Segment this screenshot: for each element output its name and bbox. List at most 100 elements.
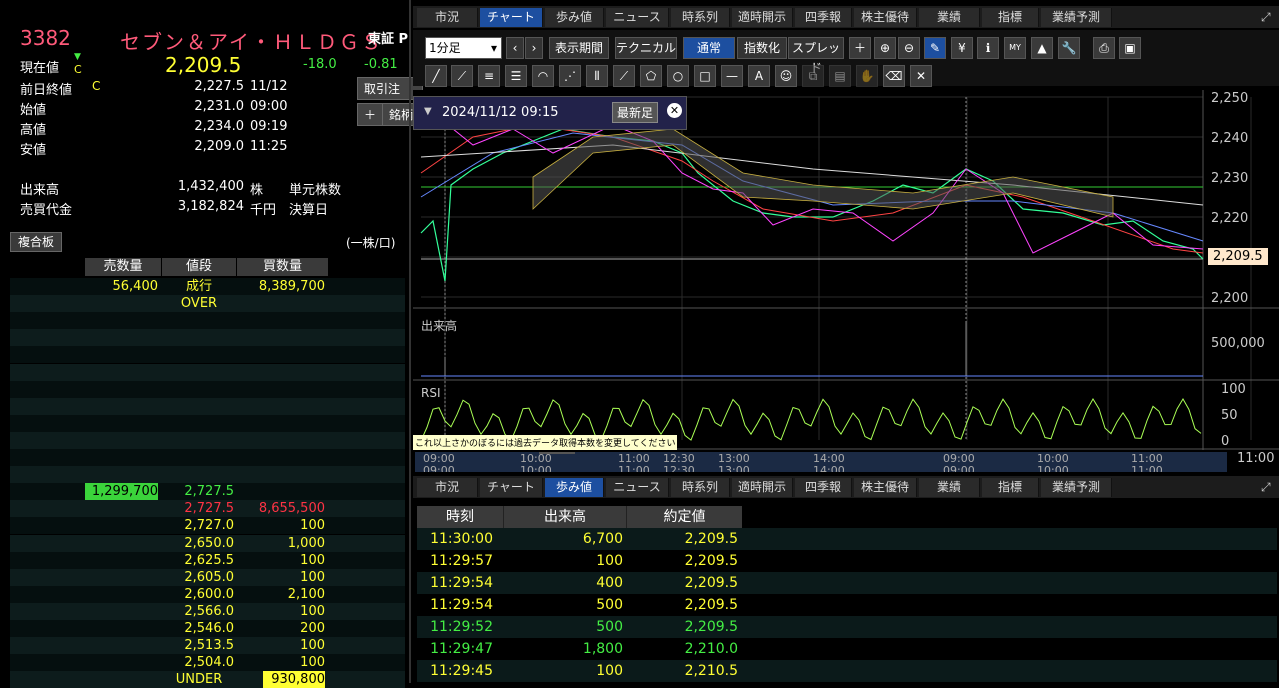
prev-arrow-icon[interactable]: ‹	[506, 37, 524, 59]
technical-button[interactable]: テクニカル	[615, 37, 677, 59]
ruler-tool-icon[interactable]: ⟋	[451, 65, 473, 87]
fukugoban-tab[interactable]: 複合板	[10, 232, 62, 252]
book-unit-label: (一株/口)	[346, 236, 396, 250]
window-icon[interactable]: ▣	[1119, 37, 1141, 59]
order-book: 売数量 値段 買数量 56,400 成行 8,389,700 OVER 1,299,70…	[10, 258, 405, 688]
turnover-unit: 千円	[250, 203, 277, 218]
yen-icon[interactable]: ¥	[951, 37, 973, 59]
tab-0[interactable]: 市況	[417, 8, 478, 27]
open-label: 始値	[20, 103, 47, 118]
tab-1[interactable]: チャート	[480, 8, 543, 27]
hand-tool-icon[interactable]: ✋	[856, 65, 878, 87]
spread-button[interactable]: スプレッド	[788, 37, 844, 75]
tab-3[interactable]: ニュース	[606, 478, 669, 497]
vlines-tool-icon[interactable]: ⦀	[586, 65, 608, 87]
period-button[interactable]: 表示期間	[549, 37, 609, 59]
eraser-tool-icon[interactable]: ⌫	[883, 65, 905, 87]
tab-10[interactable]: 業績予測	[1041, 478, 1112, 497]
volume-value: 1,432,400	[177, 179, 244, 194]
index-button[interactable]: 指数化	[737, 37, 787, 59]
fibo-tool-icon[interactable]: ☰	[505, 65, 527, 87]
fan-tool-icon[interactable]: ⋰	[559, 65, 581, 87]
tab-1[interactable]: チャート	[480, 478, 543, 497]
price-header: 値段	[162, 258, 236, 276]
area-chart-icon[interactable]: ▲	[1031, 37, 1053, 59]
bid-qty: 8,655,500	[258, 501, 325, 517]
hline-tool-icon[interactable]: —	[721, 65, 743, 87]
market-buy-qty: 8,389,700	[258, 279, 325, 294]
add-icon[interactable]: ＋	[357, 103, 385, 126]
pen-icon[interactable]: ✎	[924, 37, 946, 59]
tab-5[interactable]: 適時開示	[732, 8, 793, 27]
tab-9[interactable]: 指標	[982, 8, 1039, 27]
book-row	[10, 466, 405, 484]
emoji-tool-icon[interactable]: ☺	[775, 65, 797, 87]
tab-7[interactable]: 株主優待	[854, 478, 917, 497]
tab-7[interactable]: 株主優待	[854, 8, 917, 27]
tab-4[interactable]: 時系列	[671, 8, 730, 27]
popup-date: 2024/11/12 09:15	[442, 105, 559, 120]
text-tool-icon[interactable]: A	[748, 65, 770, 87]
bid-qty: 100	[300, 638, 325, 654]
trade-time: 11:29:54	[430, 597, 493, 613]
nav-bottom-tick: 09:00	[423, 464, 455, 472]
low-time: 11:25	[250, 139, 288, 154]
wrench-icon[interactable]: 🔧	[1058, 37, 1080, 59]
line-tool-icon[interactable]: ╱	[425, 65, 447, 87]
tab-6[interactable]: 四季報	[795, 8, 852, 27]
current-price: 2,209.5	[165, 53, 242, 77]
close-icon[interactable]: ✕	[667, 103, 682, 118]
zoom-in-icon[interactable]: ⊕	[874, 37, 896, 59]
tab-8[interactable]: 業績	[919, 8, 980, 27]
tab-8[interactable]: 業績	[919, 478, 980, 497]
chart-canvas[interactable]: 2,2502,2402,2302,2202,2102,200 出来高500,00…	[413, 90, 1279, 472]
eraser-all-tool-icon[interactable]: ✕	[910, 65, 932, 87]
rsi-label: RSI	[421, 386, 441, 400]
interval-select[interactable]: 1分足 ▾	[425, 37, 502, 59]
crosshair-icon[interactable]: ＋	[849, 37, 871, 59]
volume-header: 出来高	[504, 506, 627, 528]
circle-tool-icon[interactable]: ○	[667, 65, 689, 87]
arc-tool-icon[interactable]: ◠	[532, 65, 554, 87]
open-value: 2,231.0	[194, 99, 244, 114]
expand-icon[interactable]: ⤢	[1261, 480, 1271, 495]
date-popup: ▼ 2024/11/12 09:15 最新足 ✕	[413, 96, 687, 130]
book-row	[10, 397, 405, 415]
tab-9[interactable]: 指標	[982, 478, 1039, 497]
rect-tool-icon[interactable]: □	[694, 65, 716, 87]
bid-qty: 200	[300, 621, 325, 636]
trade-volume: 500	[596, 597, 623, 613]
stock-code: 3382	[20, 26, 71, 50]
last-price-badge: 2,209.5	[1208, 248, 1268, 265]
zoom-out-icon[interactable]: ⊖	[898, 37, 920, 59]
volume-unit: 株	[250, 183, 264, 198]
my-indicator-icon[interactable]: MY	[1004, 37, 1026, 59]
next-arrow-icon[interactable]: ›	[525, 37, 543, 59]
book-row	[10, 346, 405, 364]
popup-menu-icon[interactable]: ▼	[424, 106, 432, 117]
normal-button[interactable]: 通常	[683, 37, 735, 59]
trade-price: 2,210.5	[684, 663, 738, 679]
latest-button[interactable]: 最新足	[612, 102, 659, 123]
tab-5[interactable]: 適時開示	[732, 478, 793, 497]
tab-0[interactable]: 市況	[417, 478, 478, 497]
high-label: 高値	[20, 123, 47, 138]
pentagon-tool-icon[interactable]: ⬠	[640, 65, 662, 87]
list-tool-icon[interactable]: ▤	[829, 65, 851, 87]
tab-2[interactable]: 歩み値	[545, 8, 604, 27]
info-icon[interactable]: ℹ	[977, 37, 999, 59]
bid-price: 2,566.0	[184, 603, 234, 619]
copy-tool-icon[interactable]: ⧉	[802, 65, 824, 87]
tab-4[interactable]: 時系列	[671, 478, 730, 497]
tab-3[interactable]: ニュース	[606, 8, 669, 27]
price-change-pct: -0.81	[364, 57, 398, 72]
expand-icon[interactable]: ⤢	[1261, 10, 1271, 25]
book-row	[10, 414, 405, 432]
hlines-tool-icon[interactable]: ≡	[478, 65, 500, 87]
tab-2[interactable]: 歩み値	[545, 478, 604, 497]
tab-10[interactable]: 業績予測	[1041, 8, 1112, 27]
tab-6[interactable]: 四季報	[795, 478, 852, 497]
print-icon[interactable]: ⎙	[1093, 37, 1115, 59]
gann-tool-icon[interactable]: ⟋	[613, 65, 635, 87]
book-row	[10, 431, 405, 449]
